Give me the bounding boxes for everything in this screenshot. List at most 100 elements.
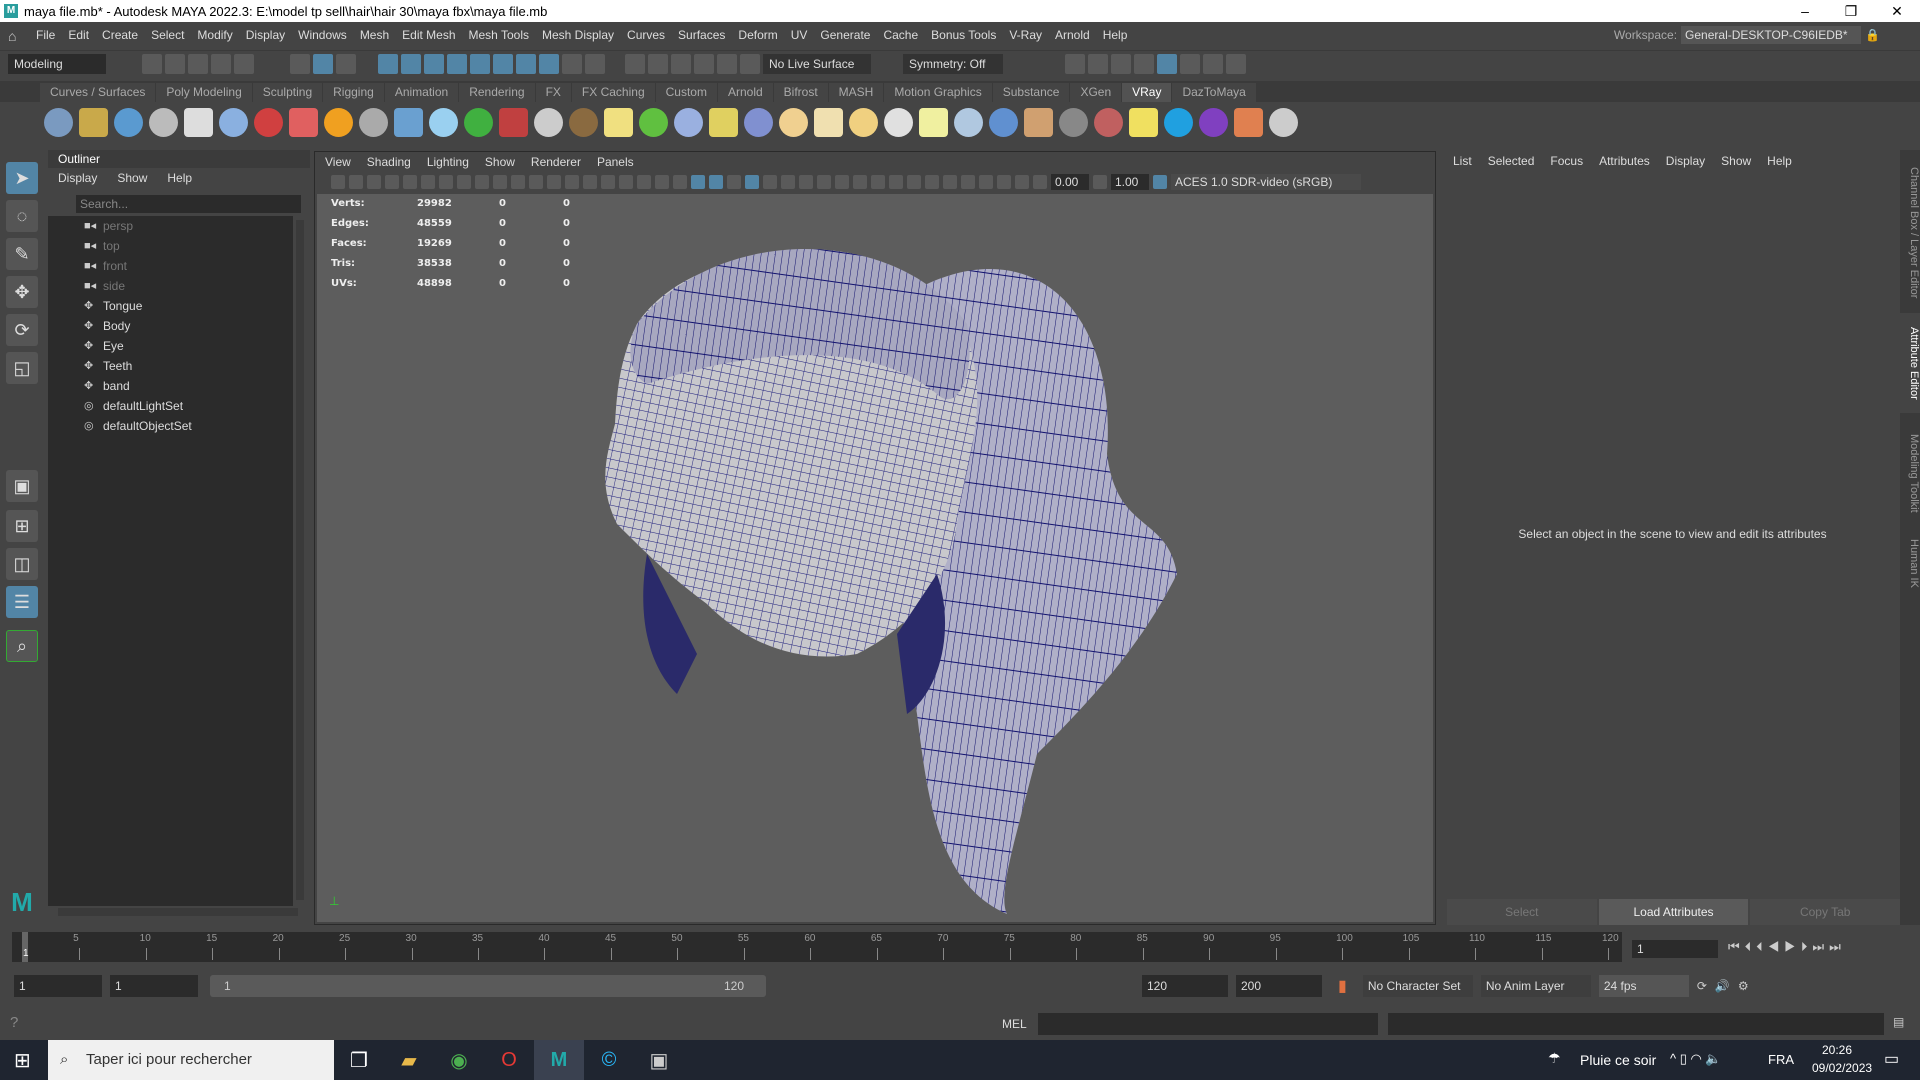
viewport-tool-29-icon[interactable]	[835, 175, 849, 189]
shelf-tool-22-icon[interactable]	[779, 107, 808, 137]
shelf-tab-sculpting[interactable]: Sculpting	[252, 83, 323, 102]
shelf-tool-20-icon[interactable]	[709, 107, 738, 137]
shelf-tool-12-icon[interactable]	[429, 107, 458, 137]
shelf-tool-30-icon[interactable]	[1059, 107, 1088, 137]
viewport-tool-3-icon[interactable]	[367, 175, 381, 189]
sound-icon[interactable]: 🔊	[1715, 979, 1730, 993]
viewport-tool-32-icon[interactable]	[889, 175, 903, 189]
attribute-menu-focus[interactable]: Focus	[1550, 154, 1583, 168]
shelf-tool-19-icon[interactable]	[674, 107, 703, 137]
shelf-tool-3-icon[interactable]	[114, 107, 143, 137]
clock-time[interactable]: 20:26	[1822, 1043, 1852, 1057]
ipr-render-icon[interactable]	[1111, 54, 1131, 74]
lock-selection-icon[interactable]	[562, 54, 582, 74]
viewport-tool-33-icon[interactable]	[907, 175, 921, 189]
anim-layer-dropdown[interactable]: No Anim Layer	[1480, 975, 1591, 997]
tab-human-ik[interactable]: Human IK	[1900, 533, 1920, 593]
menu-set-dropdown[interactable]: Modeling	[8, 54, 106, 74]
menu-cache[interactable]: Cache	[883, 28, 918, 42]
shelf-tool-35-icon[interactable]	[1234, 107, 1263, 137]
viewport-tool-38-icon[interactable]	[997, 175, 1011, 189]
current-frame-field[interactable]: 1	[1632, 940, 1718, 958]
weather-text[interactable]: Pluie ce soir	[1580, 1052, 1656, 1068]
viewport-tool-28-icon[interactable]	[817, 175, 831, 189]
color-space-dropdown[interactable]: ACES 1.0 SDR-video (sRGB)	[1171, 174, 1361, 190]
menu-deform[interactable]: Deform	[738, 28, 777, 42]
viewport-tool-17-icon[interactable]	[619, 175, 633, 189]
playback-start-field[interactable]: 1	[110, 975, 198, 997]
outliner-item[interactable]: ✥ Tongue	[48, 296, 293, 316]
redo-icon[interactable]	[234, 54, 254, 74]
viewport-tool-37-icon[interactable]	[979, 175, 993, 189]
symmetry-dropdown[interactable]: Symmetry: Off	[903, 54, 1003, 74]
live-surface-field[interactable]: No Live Surface	[763, 54, 871, 74]
attribute-menu-show[interactable]: Show	[1721, 154, 1751, 168]
viewport-tool-5-icon[interactable]	[403, 175, 417, 189]
select-hierarchy-icon[interactable]	[290, 54, 310, 74]
time-slider-track[interactable]: 1 5 10 15 20 25 30 35 40 45 50 55 60 65 70 75 80 85 90 95 1…	[12, 932, 1622, 962]
shelf-tool-9-icon[interactable]	[324, 107, 353, 137]
paint-select-tool-icon[interactable]: ✎	[6, 238, 38, 270]
preferences-icon[interactable]: ⚙	[1738, 979, 1749, 993]
outliner-item[interactable]: ■◂ top	[48, 236, 293, 256]
viewport-menu-view[interactable]: View	[325, 152, 351, 172]
attribute-menu-list[interactable]: List	[1453, 154, 1472, 168]
menu-uv[interactable]: UV	[791, 28, 808, 42]
shelf-tab-bifrost[interactable]: Bifrost	[773, 83, 828, 102]
viewport-tool-9-icon[interactable]	[475, 175, 489, 189]
menu-windows[interactable]: Windows	[298, 28, 347, 42]
menu-bonus-tools[interactable]: Bonus Tools	[931, 28, 996, 42]
move-tool-icon[interactable]: ✥	[6, 276, 38, 308]
viewport-tool-24-icon[interactable]	[745, 175, 759, 189]
shelf-tool-26-icon[interactable]	[919, 107, 948, 137]
shelf-tool-10-icon[interactable]	[359, 107, 388, 137]
viewport-tool-14-icon[interactable]	[565, 175, 579, 189]
menu-file[interactable]: File	[36, 28, 55, 42]
viewport-tool-34-icon[interactable]	[925, 175, 939, 189]
viewport-menu-shading[interactable]: Shading	[367, 152, 411, 172]
menu-create[interactable]: Create	[102, 28, 138, 42]
attribute-menu-attributes[interactable]: Attributes	[1599, 154, 1650, 168]
menu-display[interactable]: Display	[246, 28, 285, 42]
outliner-item[interactable]: ✥ Eye	[48, 336, 293, 356]
outliner-item[interactable]: ✥ Body	[48, 316, 293, 336]
script-editor-icon[interactable]: ▤	[1893, 1015, 1904, 1029]
shelf-tool-14-icon[interactable]	[499, 107, 528, 137]
scene-end-field[interactable]: 200	[1236, 975, 1322, 997]
menu-mesh[interactable]: Mesh	[360, 28, 389, 42]
four-view-layout-icon[interactable]: ⊞	[6, 510, 38, 542]
viewport-menu-panels[interactable]: Panels	[597, 152, 634, 172]
viewport-tool-40-icon[interactable]	[1033, 175, 1047, 189]
workspace-dropdown[interactable]: General-DESKTOP-C96IEDB*	[1681, 26, 1862, 44]
outliner-item[interactable]: ✥ Teeth	[48, 356, 293, 376]
history-icon[interactable]	[625, 54, 645, 74]
shelf-tab-arnold[interactable]: Arnold	[717, 83, 773, 102]
render-current-icon[interactable]	[1088, 54, 1108, 74]
shelf-tab-daztomaya[interactable]: DazToMaya	[1172, 83, 1256, 102]
menu-v-ray[interactable]: V-Ray	[1009, 28, 1042, 42]
menu-curves[interactable]: Curves	[627, 28, 665, 42]
c-app-icon[interactable]: ©	[584, 1040, 634, 1080]
tab-modeling-toolkit[interactable]: Modeling Toolkit	[1900, 418, 1920, 528]
playback-end-field[interactable]: 120	[1142, 975, 1228, 997]
menu-edit-mesh[interactable]: Edit Mesh	[402, 28, 455, 42]
bookmark-icon[interactable]: ▮	[1338, 976, 1347, 996]
taskbar-search-input[interactable]: ⌕ Taper ici pour rechercher	[48, 1040, 334, 1080]
viewport-tool-13-icon[interactable]	[547, 175, 561, 189]
hypershade-icon[interactable]	[1157, 54, 1177, 74]
shelf-tool-7-icon[interactable]	[254, 107, 283, 137]
viewport-tool-8-icon[interactable]	[457, 175, 471, 189]
outliner-item[interactable]: ■◂ front	[48, 256, 293, 276]
lasso-tool-icon[interactable]: ◌	[6, 200, 38, 232]
shelf-tool-25-icon[interactable]	[884, 107, 913, 137]
outliner-layout-icon[interactable]: ☰	[6, 586, 38, 618]
snap-surface-icon[interactable]	[470, 54, 490, 74]
viewport-tool-25-icon[interactable]	[763, 175, 777, 189]
render-view-icon[interactable]	[1065, 54, 1085, 74]
home-icon[interactable]: ⌂	[8, 28, 22, 44]
search-icon[interactable]: ⌕	[6, 630, 38, 662]
viewport-tool-30-icon[interactable]	[853, 175, 867, 189]
snap-vertex-icon[interactable]	[493, 54, 513, 74]
two-view-layout-icon[interactable]: ◫	[6, 548, 38, 580]
select-component-icon[interactable]	[336, 54, 356, 74]
